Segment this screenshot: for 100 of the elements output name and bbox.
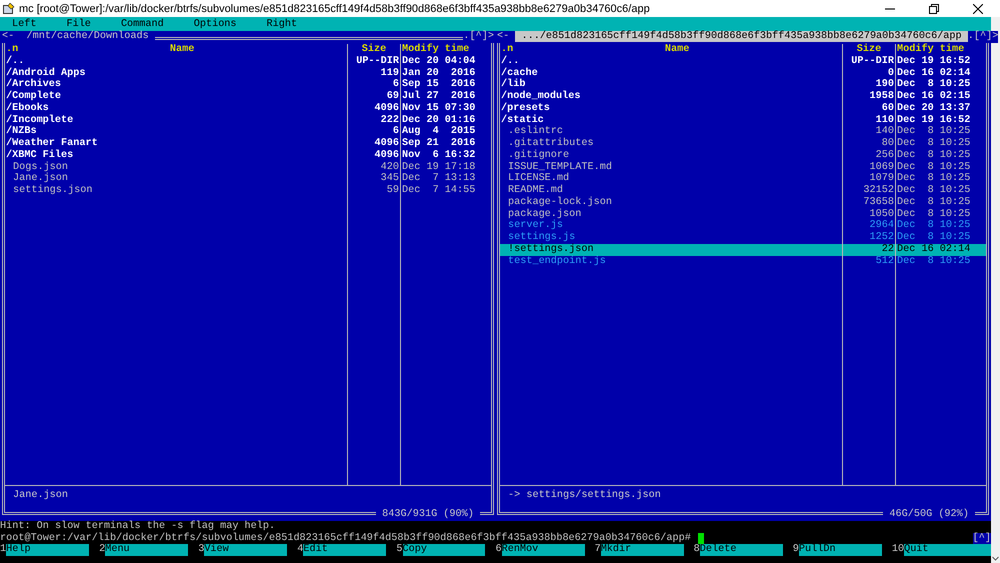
file-name[interactable]: package.json bbox=[500, 208, 842, 220]
file-name[interactable]: /node_modules bbox=[500, 91, 842, 103]
file-size: 4096 bbox=[374, 102, 400, 114]
file-name[interactable]: /NZBs bbox=[5, 126, 347, 138]
file-date: Jul 27 2016 bbox=[401, 91, 476, 103]
file-name[interactable]: Jane.json bbox=[5, 173, 347, 185]
panel-path: .../e851d823165cff149f4d58b3ff90d868e6f3bff435a938bb8e6279a0b34760c6/app bbox=[515, 31, 968, 42]
restore-icon bbox=[929, 4, 939, 14]
file-name[interactable]: server.js bbox=[500, 220, 842, 232]
file-date: Dec 8 10:25 bbox=[896, 232, 972, 244]
file-size: 59 bbox=[386, 185, 400, 197]
file-name[interactable]: ISSUE_TEMPLATE.md bbox=[500, 162, 842, 174]
file-size: UP--DIR bbox=[850, 56, 895, 68]
file-size: 119 bbox=[380, 68, 400, 79]
function-key[interactable]: PullDn bbox=[798, 544, 882, 556]
menu-item[interactable]: Left bbox=[12, 18, 36, 30]
file-size: 1252 bbox=[868, 232, 895, 244]
file-date: Dec 19 17:18 bbox=[401, 162, 476, 173]
close-icon bbox=[973, 4, 983, 14]
file-name[interactable]: /Ebooks bbox=[5, 102, 347, 114]
file-date: Aug 4 2015 bbox=[401, 126, 476, 138]
file-size: 32152 bbox=[862, 185, 895, 197]
file-name[interactable]: test_endpoint.js bbox=[500, 256, 842, 268]
file-name[interactable]: /static bbox=[500, 114, 842, 126]
file-date: Dec 8 10:25 bbox=[896, 138, 972, 150]
shell-prompt: root@Tower:/var/lib/docker/btrfs/subvolumes/e851d823165cff149f4d58b3ff90d868e6f3bff435a938bb8e6279a0b34760c6/app# bbox=[0, 532, 691, 544]
file-name[interactable]: /Complete bbox=[5, 91, 347, 103]
function-key[interactable]: Copy bbox=[402, 544, 486, 556]
function-key[interactable]: Menu bbox=[105, 544, 188, 556]
menu-item[interactable]: File bbox=[66, 18, 91, 30]
menu-item[interactable]: Options bbox=[194, 18, 237, 30]
file-name[interactable]: settings.js bbox=[500, 232, 842, 244]
column-header[interactable]: .n bbox=[501, 44, 514, 56]
file-size: 73658 bbox=[862, 196, 895, 208]
column-header[interactable]: Name bbox=[664, 44, 690, 56]
function-key[interactable]: View bbox=[204, 544, 288, 556]
file-size: 60 bbox=[880, 102, 895, 114]
file-date: Dec 8 10:25 bbox=[896, 162, 972, 173]
scroll-down-icon[interactable] bbox=[991, 554, 1000, 563]
file-name[interactable]: /Android Apps bbox=[5, 68, 347, 80]
function-key[interactable]: RenMov bbox=[502, 544, 585, 556]
file-size: 512 bbox=[874, 256, 895, 268]
file-size: 256 bbox=[874, 150, 895, 162]
file-date: Dec 7 13:13 bbox=[401, 173, 476, 185]
file-date: Dec 16 02:15 bbox=[896, 91, 972, 103]
file-date: Dec 8 10:25 bbox=[896, 126, 972, 138]
file-name[interactable]: README.md bbox=[500, 185, 842, 197]
column-header[interactable]: Size bbox=[856, 44, 882, 55]
column-header[interactable]: Modify time bbox=[402, 44, 470, 55]
file-name[interactable]: /.. bbox=[500, 56, 842, 68]
file-name[interactable]: /presets bbox=[500, 102, 842, 114]
text-cursor bbox=[698, 532, 704, 544]
file-name[interactable]: /Archives bbox=[5, 79, 347, 91]
column-header[interactable]: Size bbox=[362, 44, 386, 55]
file-size: 4096 bbox=[374, 150, 400, 162]
function-key[interactable]: Quit bbox=[904, 544, 991, 556]
file-size: 1079 bbox=[868, 173, 895, 185]
file-date: Dec 8 10:25 bbox=[896, 79, 972, 91]
file-name[interactable]: /.. bbox=[5, 56, 347, 68]
file-name[interactable]: package-lock.json bbox=[500, 196, 842, 208]
hint-text: Hint: On slow terminals the -s flag may help. bbox=[0, 521, 276, 532]
file-size: 140 bbox=[874, 126, 895, 138]
file-name[interactable]: settings.json bbox=[5, 185, 347, 197]
function-key[interactable]: Delete bbox=[700, 544, 783, 556]
panel-corner[interactable]: .[^]> bbox=[968, 31, 998, 43]
file-size: 0 bbox=[886, 68, 895, 79]
file-name[interactable]: /cache bbox=[500, 68, 842, 80]
file-date: Dec 8 10:25 bbox=[896, 173, 972, 185]
file-name[interactable]: /XBMC Files bbox=[5, 150, 347, 162]
file-size: 222 bbox=[380, 114, 400, 126]
function-key[interactable]: Edit bbox=[303, 544, 386, 556]
file-name[interactable]: .gitignore bbox=[500, 150, 842, 162]
menu-item[interactable]: Command bbox=[120, 18, 164, 30]
file-name[interactable]: /lib bbox=[500, 79, 842, 91]
column-header[interactable]: .n bbox=[6, 44, 18, 56]
prompt-corner[interactable]: [^] bbox=[972, 532, 991, 544]
file-name[interactable]: /Incomplete bbox=[5, 114, 347, 126]
file-name[interactable]: .gitattributes bbox=[500, 138, 842, 150]
function-key[interactable]: Help bbox=[6, 544, 90, 556]
file-date: Dec 8 10:25 bbox=[896, 150, 972, 162]
file-date: Dec 8 10:25 bbox=[896, 220, 972, 232]
file-size: 1958 bbox=[868, 91, 895, 103]
file-name[interactable]: .eslintrc bbox=[500, 126, 842, 138]
file-date: Dec 8 10:25 bbox=[896, 256, 972, 268]
file-date: Dec 20 01:16 bbox=[401, 114, 476, 126]
file-name[interactable]: Dogs.json bbox=[5, 162, 347, 174]
file-date: Dec 8 10:25 bbox=[896, 208, 972, 220]
function-key[interactable]: Mkdir bbox=[600, 544, 684, 556]
file-name[interactable]: LICENSE.md bbox=[500, 173, 842, 185]
file-size: 420 bbox=[380, 162, 400, 173]
file-name[interactable]: /Weather Fanart bbox=[5, 138, 347, 150]
panel-corner[interactable]: .[^]> bbox=[463, 31, 494, 43]
file-size: 190 bbox=[874, 79, 895, 91]
file-size: 2964 bbox=[868, 220, 895, 232]
file-date: Sep 15 2016 bbox=[401, 79, 476, 90]
column-header[interactable]: Name bbox=[170, 44, 194, 56]
file-name[interactable]: !settings.json bbox=[500, 244, 842, 256]
menu-item[interactable]: Right bbox=[266, 18, 298, 30]
file-size: 110 bbox=[874, 114, 895, 126]
column-header[interactable]: Modify time bbox=[897, 44, 964, 55]
